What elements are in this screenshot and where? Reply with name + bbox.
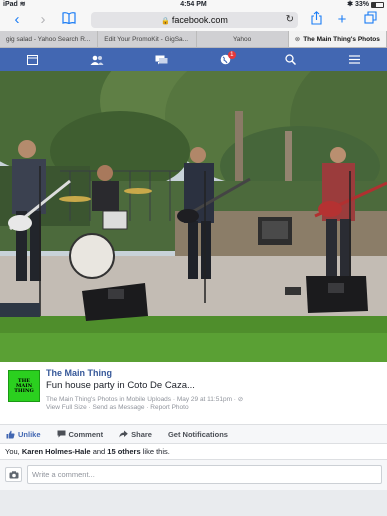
get-notifications-button[interactable]: Get Notifications xyxy=(168,430,228,439)
tab-yahoo[interactable]: Yahoo xyxy=(197,31,289,47)
menu-icon[interactable] xyxy=(335,48,375,71)
post-caption: Fun house party in Coto De Caza... xyxy=(46,380,195,391)
lock-icon: 🔒 xyxy=(161,18,170,25)
share-icon[interactable] xyxy=(309,11,323,29)
tab-gigsalad-promokit[interactable]: Edit Your PromoKit - GigSa... xyxy=(98,31,197,47)
thumbs-up-icon xyxy=(6,430,15,438)
messages-icon[interactable] xyxy=(141,48,181,71)
tabs-icon[interactable] xyxy=(362,11,378,29)
liker-link[interactable]: Karen Holmes-Hale xyxy=(22,447,91,456)
bluetooth-icon: ✱ xyxy=(347,1,353,8)
close-tab-icon[interactable]: ⊗ xyxy=(295,36,300,43)
comment-composer xyxy=(0,459,387,490)
battery-status: ✱ 33% xyxy=(347,0,384,9)
camera-icon[interactable] xyxy=(5,467,22,482)
notifications-globe-icon[interactable]: 1 xyxy=(206,48,246,71)
notification-badge: 1 xyxy=(227,51,236,59)
post-author-link[interactable]: The Main Thing xyxy=(46,368,112,378)
comment-icon xyxy=(57,430,66,438)
post-action-bar: Unlike Comment Share Get Notifications xyxy=(0,424,387,444)
comment-button[interactable]: Comment xyxy=(57,430,103,439)
status-bar: iPad ≋ 4:54 PM ✱ 33% xyxy=(0,0,387,9)
forward-icon[interactable]: › xyxy=(36,11,50,29)
comment-input[interactable] xyxy=(27,465,382,484)
clock: 4:54 PM xyxy=(180,1,207,8)
browser-tabs: gig salad - Yahoo Search R... Edit Your … xyxy=(0,31,387,48)
others-link[interactable]: 15 others xyxy=(107,447,140,456)
page-background xyxy=(0,490,387,516)
post-meta[interactable]: The Main Thing's Photos in Mobile Upload… xyxy=(46,395,243,403)
battery-icon xyxy=(371,1,384,8)
band-photo-illustration xyxy=(0,71,387,362)
facebook-nav-bar: 1 xyxy=(0,48,387,71)
new-tab-icon[interactable]: + xyxy=(335,11,349,29)
url-bar[interactable]: 🔒 facebook.com ↻ xyxy=(91,12,298,28)
photo-action-links[interactable]: View Full Size · Send as Message · Repor… xyxy=(46,404,189,411)
band-photo[interactable] xyxy=(0,71,387,362)
likes-summary: You, Karen Holmes-Hale and 15 others lik… xyxy=(0,444,387,459)
tab-yahoo-search[interactable]: gig salad - Yahoo Search R... xyxy=(0,31,99,47)
tab-main-thing-photos[interactable]: ⊗ The Main Thing's Photos xyxy=(288,31,387,47)
bookmarks-icon[interactable] xyxy=(60,11,78,29)
share-arrow-icon xyxy=(119,430,128,438)
friend-requests-icon[interactable] xyxy=(77,48,117,71)
news-feed-icon[interactable] xyxy=(12,48,52,71)
browser-toolbar: ‹ › 🔒 facebook.com ↻ + xyxy=(0,9,387,31)
unlike-button[interactable]: Unlike xyxy=(6,430,41,439)
page-profile-picture[interactable]: THE MAIN THING xyxy=(8,370,40,402)
reload-icon[interactable]: ↻ xyxy=(286,12,294,28)
back-icon[interactable]: ‹ xyxy=(10,11,24,29)
share-button[interactable]: Share xyxy=(119,430,152,439)
post-details: THE MAIN THING The Main Thing Fun house … xyxy=(0,362,387,424)
search-icon[interactable] xyxy=(270,48,310,71)
